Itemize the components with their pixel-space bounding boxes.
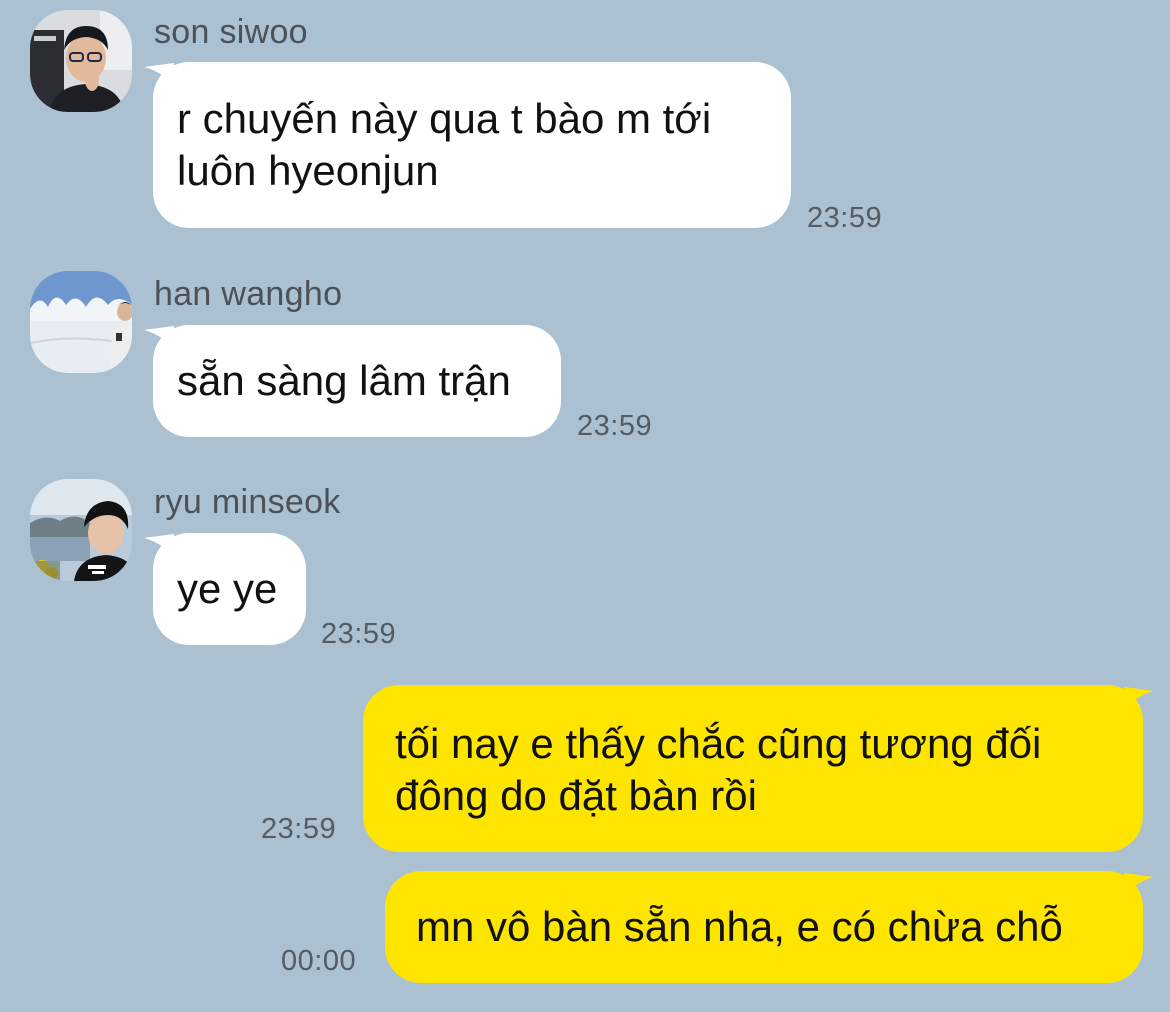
sender-name: son siwoo (154, 13, 308, 51)
message-timestamp: 23:59 (321, 618, 397, 650)
message-bubble[interactable]: mn vô bàn sẵn nha, e có chừa chỗ (385, 871, 1143, 983)
profile-photo-icon (30, 271, 132, 373)
avatar[interactable] (30, 10, 132, 112)
message-bubble[interactable]: ye ye (153, 533, 306, 645)
message-text: r chuyến này qua t bào m tới (177, 95, 712, 142)
message-bubble[interactable]: tối nay e thấy chắc cũng tương đối đông … (363, 685, 1143, 852)
profile-photo-icon (30, 479, 132, 581)
message-text: luôn hyeonjun (177, 147, 439, 194)
message-text: sẵn sàng lâm trận (177, 357, 511, 404)
sender-name: han wangho (154, 275, 343, 313)
message-timestamp: 23:59 (807, 202, 883, 234)
message-timestamp: 00:00 (281, 945, 357, 977)
message-text: đông do đặt bàn rồi (395, 772, 757, 819)
message-bubble[interactable]: sẵn sàng lâm trận (153, 325, 561, 437)
avatar[interactable] (30, 479, 132, 581)
profile-photo-icon (30, 10, 132, 112)
message-timestamp: 23:59 (577, 410, 653, 442)
message-text: ye ye (177, 565, 278, 612)
message-text: mn vô bàn sẵn nha, e có chừa chỗ (416, 903, 1063, 950)
message-bubble[interactable]: r chuyến này qua t bào m tới luôn hyeonj… (153, 62, 791, 228)
avatar[interactable] (30, 271, 132, 373)
message-text: tối nay e thấy chắc cũng tương đối (395, 720, 1042, 767)
message-timestamp: 23:59 (261, 813, 337, 845)
bubble-tail-icon (1124, 687, 1154, 713)
sender-name: ryu minseok (154, 483, 341, 521)
bubble-tail-icon (1124, 873, 1154, 899)
